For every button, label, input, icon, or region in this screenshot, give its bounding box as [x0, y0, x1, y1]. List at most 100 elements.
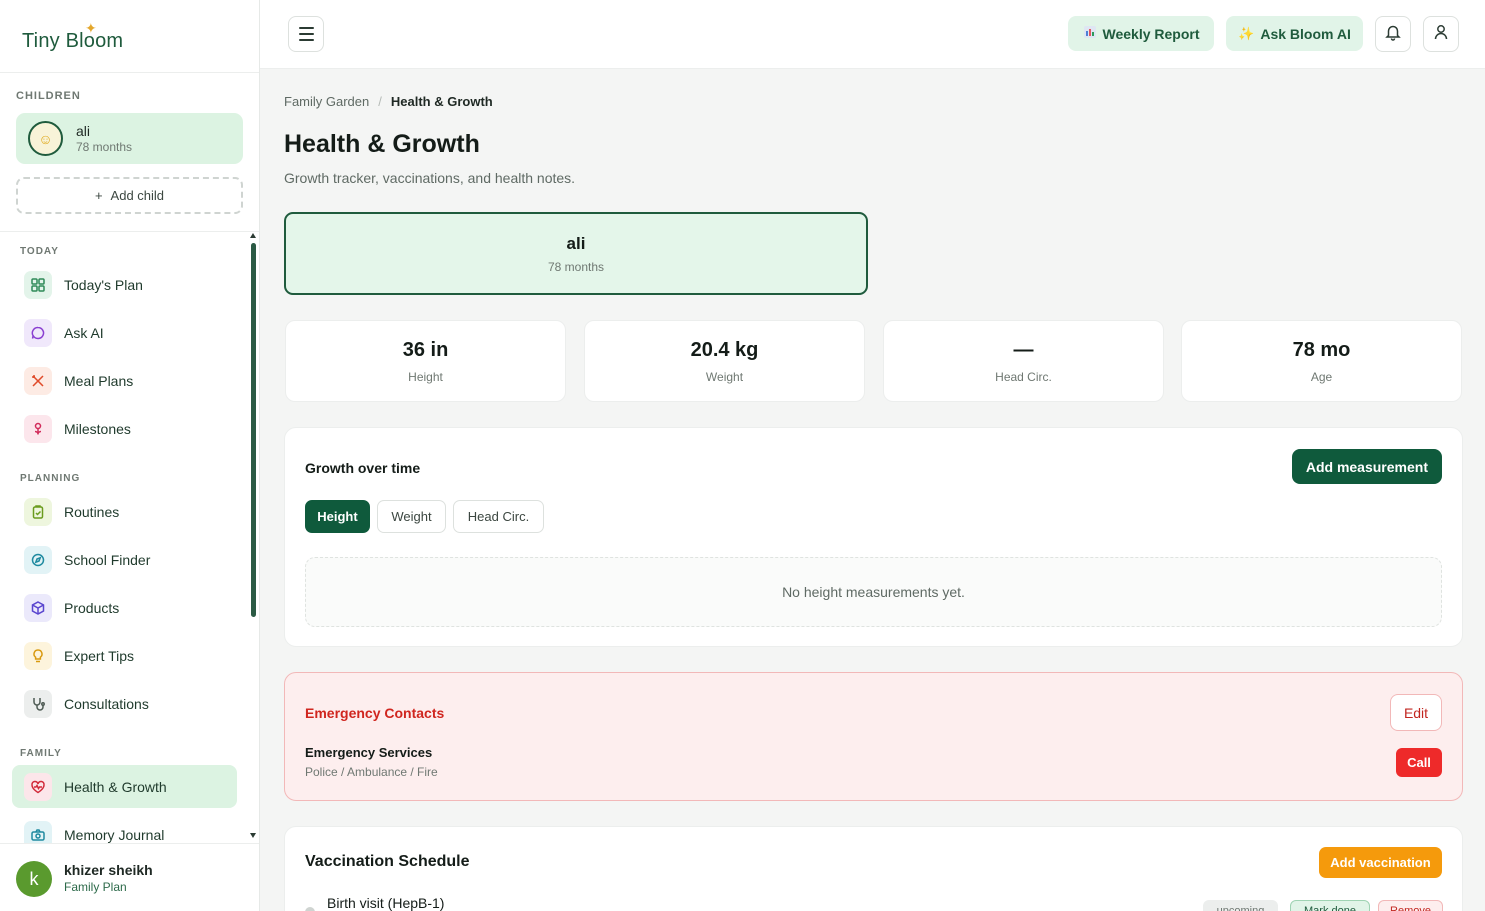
stat-value: — [1013, 339, 1034, 361]
sparkle-icon: ✦ [85, 20, 97, 36]
heart-pulse-icon [24, 772, 52, 801]
scroll-up-arrow[interactable] [250, 233, 256, 238]
planning-section-label: PLANNING [20, 473, 81, 484]
sidebar-item-label: Expert Tips [64, 647, 135, 664]
sidebar-item-label: Memory Journal [64, 827, 165, 843]
sidebar-item-todays-plan[interactable]: Today's Plan [12, 263, 237, 306]
sidebar-item-memory-journal[interactable]: Memory Journal [12, 813, 237, 843]
stat-card-weight: 20.4 kg Weight [584, 320, 865, 402]
stat-card-head-circ: — Head Circ. [883, 320, 1164, 402]
user-icon [1432, 23, 1450, 46]
remove-button[interactable]: Remove [1378, 900, 1443, 911]
mark-done-button[interactable]: Mark done [1290, 900, 1370, 911]
user-plan: Family Plan [64, 880, 127, 894]
weekly-report-button[interactable]: Weekly Report [1068, 16, 1214, 51]
vaccination-panel: Vaccination Schedule Add vaccination Bir… [284, 826, 1463, 911]
add-measurement-button[interactable]: Add measurement [1291, 449, 1442, 484]
ask-bloom-ai-button[interactable]: ✨ Ask Bloom AI [1226, 16, 1363, 51]
topbar: Weekly Report ✨ Ask Bloom AI [260, 0, 1485, 69]
tab-height[interactable]: Height [305, 500, 370, 533]
family-section-label: FAMILY [20, 748, 62, 759]
selected-child-card[interactable]: ali 78 months [284, 212, 868, 295]
stat-label: Age [1310, 370, 1333, 384]
add-vaccination-button[interactable]: Add vaccination [1319, 847, 1442, 878]
sidebar-item-expert-tips[interactable]: Expert Tips [12, 634, 237, 677]
box-icon [24, 593, 52, 622]
hamburger-icon [298, 27, 314, 29]
ask-bloom-label: Ask Bloom AI [1260, 25, 1351, 42]
vaccination-name: Birth visit (HepB-1) [327, 895, 445, 911]
sidebar-item-label: School Finder [64, 551, 151, 568]
sidebar-item-health-growth[interactable]: Health & Growth [12, 765, 237, 808]
selected-child-name: ali [566, 234, 586, 253]
profile-button[interactable] [1423, 16, 1459, 52]
selected-child-age: 78 months [547, 260, 605, 274]
emergency-title: Emergency Contacts [305, 705, 445, 721]
sidebar-item-products[interactable]: Products [12, 586, 237, 629]
growth-title: Growth over time [305, 460, 421, 476]
add-child-button[interactable]: + Add child [16, 177, 243, 214]
sidebar-item-consultations[interactable]: Consultations [12, 682, 237, 725]
add-child-label: Add child [110, 188, 165, 203]
sidebar-item-label: Health & Growth [64, 778, 167, 795]
utensils-icon [24, 366, 52, 395]
stat-value: 20.4 kg [690, 339, 759, 361]
sidebar-item-meal-plans[interactable]: Meal Plans [12, 359, 237, 402]
weekly-report-label: Weekly Report [1102, 25, 1200, 42]
sidebar-item-label: Milestones [64, 420, 131, 437]
child-avatar: ☺ [28, 121, 63, 156]
user-profile[interactable]: k khizer sheikh Family Plan [0, 843, 259, 911]
breadcrumb-current: Health & Growth [390, 94, 493, 109]
sidebar-item-label: Today's Plan [64, 276, 143, 293]
sidebar-item-milestones[interactable]: Milestones [12, 407, 237, 450]
status-badge: upcoming [1203, 900, 1278, 911]
children-section-label: CHILDREN [16, 90, 81, 102]
sidebar-item-label: Meal Plans [64, 372, 134, 389]
sidebar-item-label: Ask AI [64, 324, 104, 341]
page-subtitle: Growth tracker, vaccinations, and health… [284, 170, 576, 186]
chart-icon [1083, 25, 1097, 42]
tab-weight[interactable]: Weight [377, 500, 446, 533]
sidebar-item-routines[interactable]: Routines [12, 490, 237, 533]
stat-value: 78 mo [1292, 339, 1351, 361]
page-title: Health & Growth [284, 130, 480, 158]
service-name: Emergency Services [305, 745, 433, 760]
user-name: khizer sheikh [64, 862, 153, 878]
tab-head-circ[interactable]: Head Circ. [453, 500, 544, 533]
edit-contacts-button[interactable]: Edit [1390, 694, 1442, 731]
sidebar-item-label: Consultations [64, 695, 149, 712]
clipboard-icon [24, 497, 52, 526]
growth-empty-state: No height measurements yet. [305, 557, 1442, 627]
breadcrumb-parent[interactable]: Family Garden [284, 94, 369, 109]
stat-card-age: 78 mo Age [1181, 320, 1462, 402]
breadcrumb-separator: / [378, 94, 382, 109]
app-logo[interactable]: Tiny Bloom [22, 30, 123, 53]
stat-label: Weight [705, 370, 744, 384]
service-description: Police / Ambulance / Fire [305, 765, 438, 779]
sidebar-item-label: Products [64, 599, 120, 616]
sidebar-item-label: Routines [64, 503, 120, 520]
today-section-label: TODAY [20, 246, 59, 257]
plus-icon: + [94, 188, 103, 203]
vaccination-status-dot[interactable] [305, 907, 315, 911]
notifications-button[interactable] [1375, 16, 1411, 52]
menu-button[interactable] [288, 16, 324, 52]
scroll-down-arrow[interactable] [250, 833, 256, 838]
stethoscope-icon [24, 689, 52, 718]
sidebar-item-ask-ai[interactable]: Ask AI [12, 311, 237, 354]
chat-icon [24, 318, 52, 347]
sidebar-item-school-finder[interactable]: School Finder [12, 538, 237, 581]
sidebar-scrollbar[interactable] [251, 243, 256, 617]
growth-panel: Growth over time Add measurement Height … [284, 427, 1463, 647]
call-button[interactable]: Call [1396, 748, 1442, 777]
stat-card-height: 36 in Height [285, 320, 566, 402]
divider [0, 231, 259, 232]
flower-icon [24, 414, 52, 443]
child-card[interactable]: ☺ ali 78 months [16, 113, 243, 164]
sidebar: Tiny Bloom ✦ CHILDREN ☺ ali 78 months + … [0, 0, 260, 911]
bell-icon [1384, 23, 1402, 46]
lightbulb-icon [24, 641, 52, 670]
child-age: 78 months [76, 140, 133, 154]
compass-icon [24, 545, 52, 574]
logo-area: Tiny Bloom ✦ [0, 0, 259, 73]
